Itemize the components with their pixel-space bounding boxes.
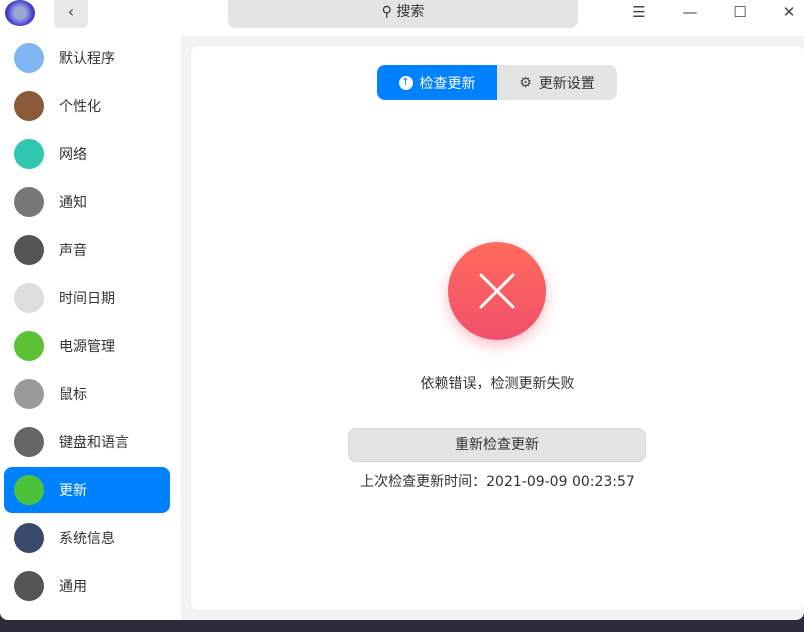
sidebar-item[interactable]: 通知 (4, 179, 170, 225)
sidebar-item-label: 键盘和语言 (59, 435, 129, 451)
sidebar-item-label: 通知 (59, 195, 87, 211)
error-icon (448, 242, 546, 340)
sidebar-item[interactable]: 通用 (4, 563, 170, 609)
search-placeholder: 搜索 (396, 4, 425, 20)
sidebar-item[interactable]: 时间日期 (4, 275, 170, 321)
close-button[interactable]: ✕ (774, 2, 804, 24)
sidebar-item[interactable]: 个性化 (4, 83, 170, 129)
sidebar-item-icon (14, 235, 44, 265)
sidebar-item-icon (14, 187, 44, 217)
sidebar-item-label: 更新 (59, 483, 87, 499)
tab-check-update[interactable]: ↑ 检查更新 (377, 65, 497, 100)
sidebar-item-icon (14, 571, 44, 601)
tab-bar: ↑ 检查更新 ⚙ 更新设置 (377, 65, 617, 100)
sidebar-item[interactable]: 默认程序 (4, 35, 170, 81)
sidebar-item-label: 通用 (59, 579, 87, 595)
tab-label: 检查更新 (419, 75, 476, 92)
minimize-button[interactable]: — (675, 2, 705, 24)
sidebar-item[interactable]: 电源管理 (4, 323, 170, 369)
titlebar: ‹ ⚲ 搜索 ☰ — ☐ ✕ (0, 0, 804, 36)
sidebar-item-icon (14, 379, 44, 409)
app-logo-icon (5, 0, 35, 26)
sidebar-item-label: 默认程序 (59, 51, 115, 67)
sidebar-item-label: 系统信息 (59, 531, 115, 547)
error-message: 依赖错误，检测更新失败 (420, 376, 575, 392)
sidebar-item-icon (14, 43, 44, 73)
sidebar-item[interactable]: 键盘和语言 (4, 419, 170, 465)
maximize-button[interactable]: ☐ (725, 2, 755, 24)
sidebar-item[interactable]: 声音 (4, 227, 170, 273)
sidebar-item-label: 鼠标 (59, 387, 87, 403)
sidebar-item-label: 网络 (59, 147, 87, 163)
sidebar-item-icon (14, 139, 44, 169)
sidebar-item[interactable]: 鼠标 (4, 371, 170, 417)
settings-window: ‹ ⚲ 搜索 ☰ — ☐ ✕ 默认程序个性化网络通知声音时间日期电源管理鼠标键盘… (0, 0, 804, 620)
sidebar-item[interactable]: 系统信息 (4, 515, 170, 561)
tab-update-settings[interactable]: ⚙ 更新设置 (497, 65, 617, 100)
search-icon: ⚲ (381, 4, 392, 20)
retry-check-button[interactable]: 重新检查更新 (348, 428, 646, 462)
last-check-time: 上次检查更新时间：2021-09-09 00:23:57 (360, 474, 635, 490)
sidebar-item-label: 声音 (59, 243, 87, 259)
sidebar-item-icon (14, 475, 44, 505)
menu-button[interactable]: ☰ (624, 2, 654, 24)
update-panel: ↑ 检查更新 ⚙ 更新设置 依赖错误，检测更新失败 重新检查更新 上次检查更新时间：… (191, 46, 804, 610)
sidebar-item[interactable]: 网络 (4, 131, 170, 177)
sidebar: 默认程序个性化网络通知声音时间日期电源管理鼠标键盘和语言更新系统信息通用 (0, 36, 181, 620)
back-button[interactable]: ‹ (54, 0, 88, 28)
sidebar-item-label: 电源管理 (59, 339, 115, 355)
sidebar-item-icon (14, 523, 44, 553)
arrow-up-circle-icon: ↑ (398, 75, 413, 90)
sidebar-item-label: 时间日期 (59, 291, 115, 307)
sidebar-item[interactable]: 更新 (4, 467, 170, 513)
sidebar-item-label: 个性化 (59, 99, 101, 115)
sidebar-item-icon (14, 283, 44, 313)
search-input[interactable]: ⚲ 搜索 (228, 0, 578, 28)
gear-icon: ⚙ (519, 74, 532, 91)
sidebar-item-icon (14, 331, 44, 361)
sidebar-item-icon (14, 427, 44, 457)
sidebar-item-icon (14, 91, 44, 121)
tab-label: 更新设置 (538, 75, 595, 92)
